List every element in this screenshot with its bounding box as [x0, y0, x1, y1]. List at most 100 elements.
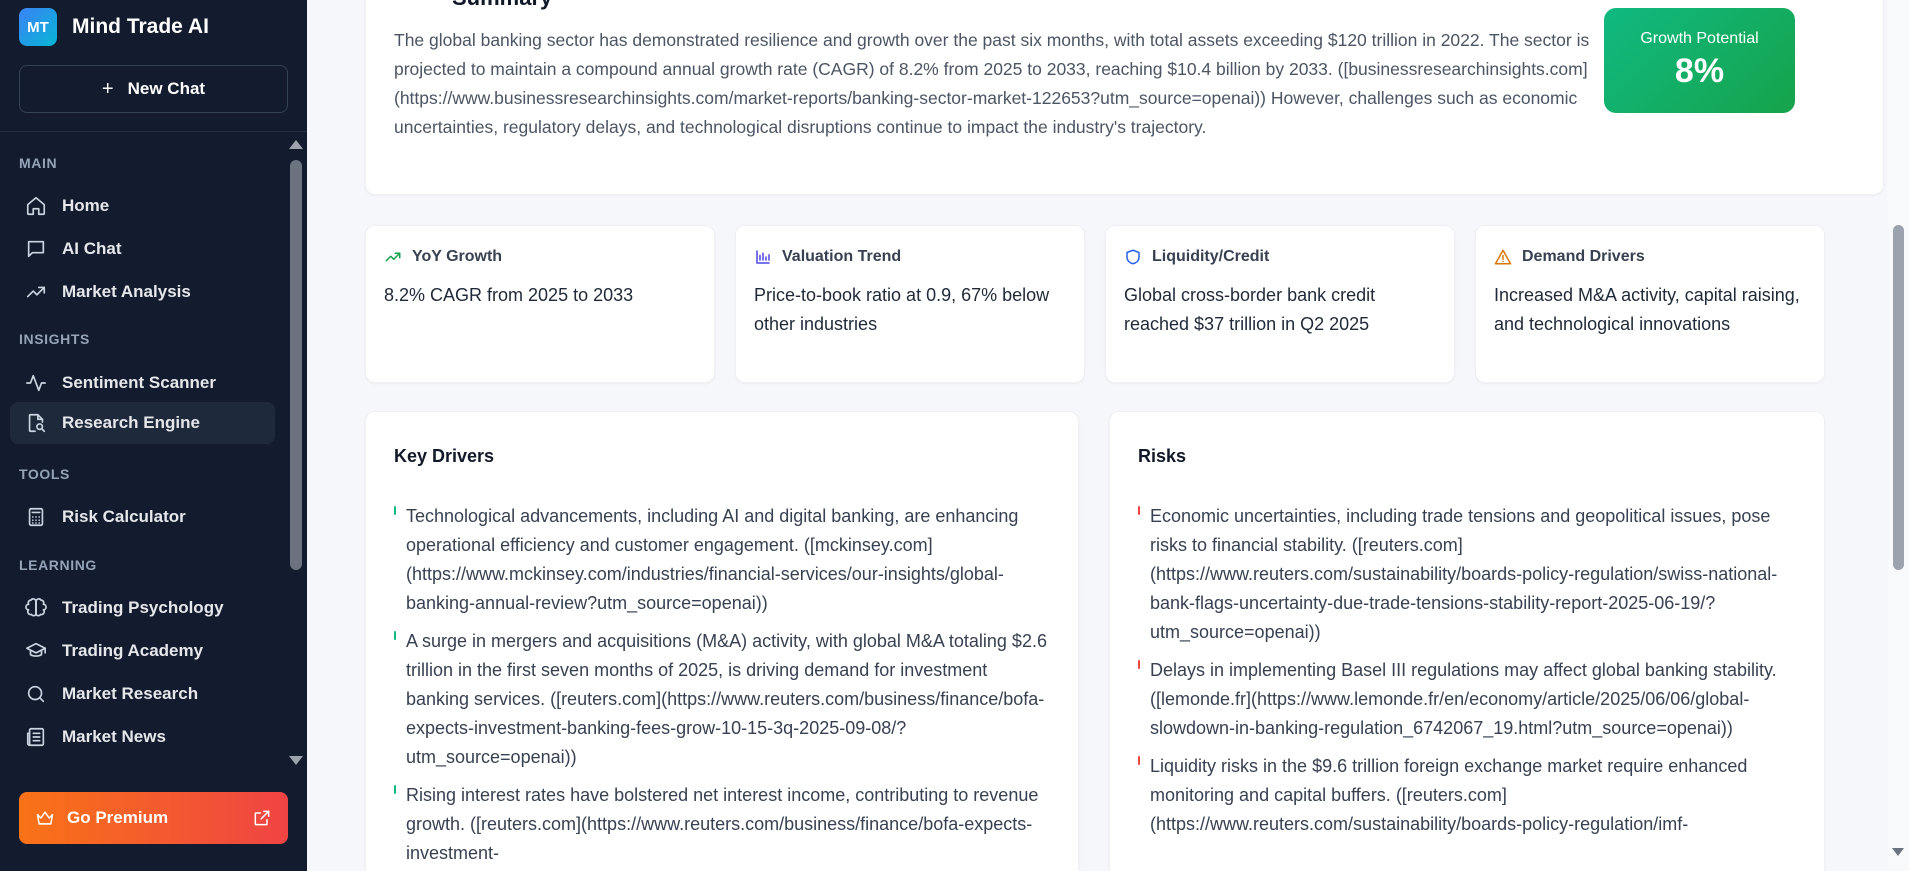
sidebar-item-trading-psychology[interactable]: Trading Psychology	[10, 587, 275, 629]
sidebar-item-label: Market News	[62, 727, 166, 746]
growth-potential-value: 8%	[1674, 52, 1725, 90]
crown-icon	[36, 811, 54, 825]
list-item-marker	[394, 506, 396, 515]
summary-text: The global banking sector has demonstrat…	[394, 30, 1590, 137]
risks-list: Economic uncertainties, including trade …	[1138, 502, 1798, 848]
list-item-marker	[1138, 756, 1140, 765]
external-link-icon	[254, 810, 270, 826]
sidebar-item-trading-academy[interactable]: Trading Academy	[10, 630, 275, 672]
sidebar: MT Mind Trade AI + New Chat MAIN Home AI…	[0, 0, 307, 871]
metric-card-valuation-trend: Valuation Trend Price-to-book ratio at 0…	[735, 225, 1085, 383]
metric-text: Global cross-border bank credit reached …	[1124, 285, 1376, 334]
metric-text: 8.2% CAGR from 2025 to 2033	[384, 285, 634, 305]
main-content: Summary The global banking sector has de…	[307, 0, 1887, 871]
sidebar-item-label: Risk Calculator	[62, 507, 186, 526]
list-item: Rising interest rates have bolstered net…	[394, 781, 1054, 868]
sidebar-item-label: Market Analysis	[62, 282, 191, 301]
list-item-marker	[394, 631, 396, 640]
list-item-marker	[394, 785, 396, 794]
metric-card-yoy-growth: YoY Growth 8.2% CAGR from 2025 to 2033	[365, 225, 715, 383]
metric-card-demand-drivers: Demand Drivers Increased M&A activity, c…	[1475, 225, 1825, 383]
section-main-title: MAIN	[19, 155, 58, 171]
risks-card: Risks Economic uncertainties, including …	[1109, 411, 1825, 871]
sidebar-item-label: Home	[62, 196, 110, 215]
new-chat-button[interactable]: + New Chat	[19, 65, 288, 113]
section-insights-title: INSIGHTS	[19, 331, 90, 347]
main-scrollbar[interactable]	[1887, 0, 1909, 871]
sidebar-item-ai-chat[interactable]: AI Chat	[10, 228, 275, 270]
sidebar-item-market-analysis[interactable]: Market Analysis	[10, 271, 275, 313]
scroll-thumb[interactable]	[290, 160, 302, 570]
sidebar-item-research-engine[interactable]: Research Engine	[10, 402, 275, 444]
sidebar-nav: MAIN Home AI Chat Market Analysis INSIGH…	[0, 132, 284, 772]
search-icon	[24, 682, 48, 706]
metric-title: YoY Growth	[384, 248, 502, 266]
go-premium-label: Go Premium	[67, 808, 169, 827]
brand-logo: MT	[19, 8, 57, 46]
list-item: Liquidity risks in the $9.6 trillion for…	[1138, 752, 1798, 839]
sidebar-item-label: Trading Academy	[62, 641, 204, 660]
trend-up-icon	[385, 252, 401, 262]
sidebar-item-risk-calculator[interactable]: Risk Calculator	[10, 496, 275, 538]
metric-card-liquidity-credit: Liquidity/Credit Global cross-border ban…	[1105, 225, 1455, 383]
list-item-text: Liquidity risks in the $9.6 trillion for…	[1150, 756, 1748, 834]
brand[interactable]: MT Mind Trade AI	[19, 8, 209, 46]
metric-title-text: Liquidity/Credit	[1152, 248, 1270, 265]
list-item-text: Technological advancements, including AI…	[406, 506, 1019, 613]
growth-potential-badge: Growth Potential 8%	[1604, 8, 1795, 113]
list-item-text: Economic uncertainties, including trade …	[1150, 506, 1778, 642]
sidebar-item-label: Market Research	[62, 684, 199, 703]
plus-icon: +	[101, 77, 114, 100]
sidebar-item-label: Sentiment Scanner	[62, 373, 216, 392]
sidebar-item-market-research[interactable]: Market Research	[10, 673, 275, 715]
list-item: A surge in mergers and acquisitions (M&A…	[394, 627, 1054, 772]
sidebar-item-label: Trading Psychology	[62, 598, 224, 617]
list-item-marker	[1138, 660, 1140, 669]
key-drivers-title: Key Drivers	[394, 446, 495, 466]
trend-up-icon	[24, 280, 48, 304]
metric-text: Price-to-book ratio at 0.9, 67% below ot…	[754, 285, 1050, 334]
sidebar-item-home[interactable]: Home	[10, 185, 275, 227]
metric-text: Increased M&A activity, capital raising,…	[1494, 285, 1800, 334]
summary-title: Summary	[452, 0, 552, 11]
scroll-up-icon[interactable]	[289, 140, 303, 149]
risks-title: Risks	[1138, 446, 1187, 466]
newspaper-icon	[24, 725, 48, 749]
metric-title-text: Valuation Trend	[782, 248, 902, 265]
list-item: Delays in implementing Basel III regulat…	[1138, 656, 1798, 743]
graduation-cap-icon	[24, 639, 48, 663]
metric-title: Demand Drivers	[1494, 248, 1645, 266]
calculator-icon	[24, 505, 48, 529]
metric-title: Liquidity/Credit	[1124, 248, 1269, 266]
summary-card: Summary The global banking sector has de…	[365, 0, 1884, 195]
sidebar-item-sentiment-scanner[interactable]: Sentiment Scanner	[10, 362, 275, 404]
sidebar-scrollbar[interactable]	[284, 132, 307, 772]
metric-title-text: Demand Drivers	[1522, 248, 1645, 265]
list-item-text: A surge in mergers and acquisitions (M&A…	[406, 631, 1047, 767]
new-chat-label: New Chat	[127, 79, 206, 98]
growth-potential-label: Growth Potential	[1640, 30, 1759, 47]
sidebar-item-label: Research Engine	[62, 413, 200, 432]
brain-icon	[24, 596, 48, 620]
warning-icon	[1494, 249, 1512, 265]
section-tools-title: TOOLS	[19, 466, 70, 482]
bar-chart-icon	[756, 250, 770, 264]
key-drivers-list: Technological advancements, including AI…	[394, 502, 1054, 871]
chat-icon	[24, 237, 48, 261]
sidebar-item-market-news[interactable]: Market News	[10, 716, 275, 758]
scroll-down-icon[interactable]	[289, 756, 303, 765]
shield-icon	[1126, 249, 1140, 265]
section-learning-title: LEARNING	[19, 557, 97, 573]
metric-title-text: YoY Growth	[412, 248, 503, 265]
document-search-icon	[24, 411, 48, 435]
pulse-icon	[24, 371, 48, 395]
list-item: Economic uncertainties, including trade …	[1138, 502, 1798, 647]
key-drivers-card: Key Drivers Technological advancements, …	[365, 411, 1079, 871]
list-item-text: Rising interest rates have bolstered net…	[406, 785, 1039, 863]
list-item: Technological advancements, including AI…	[394, 502, 1054, 618]
scroll-down-icon[interactable]	[1892, 848, 1904, 856]
scroll-thumb[interactable]	[1893, 225, 1904, 570]
metric-title: Valuation Trend	[754, 248, 901, 266]
app-name: Mind Trade AI	[72, 15, 209, 38]
go-premium-button[interactable]: Go Premium	[19, 792, 288, 844]
